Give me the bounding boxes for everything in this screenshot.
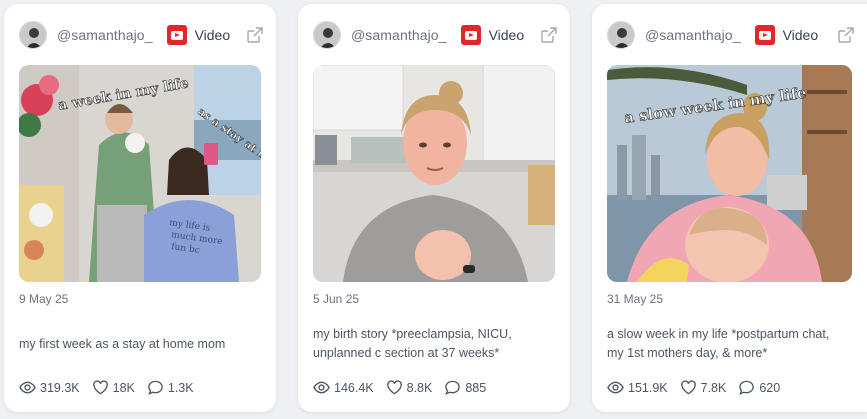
comments-stat: 1.3K — [147, 379, 194, 396]
views-count: 146.4K — [334, 380, 374, 395]
external-link-icon[interactable] — [837, 26, 855, 44]
video-thumbnail[interactable]: a slow week in my life — [607, 65, 852, 282]
engagement-stats: 146.4K 8.8K 885 — [313, 379, 498, 396]
card-header: @samanthajo_ Video — [607, 19, 855, 51]
comment-icon — [739, 380, 755, 395]
youtube-icon — [460, 25, 481, 45]
video-thumbnail[interactable]: my life is much more fun bc a week in my… — [19, 65, 261, 282]
external-link-icon[interactable] — [246, 26, 264, 44]
likes-stat: 7.8K — [680, 379, 727, 396]
views-stat: 151.9K — [607, 379, 668, 396]
avatar[interactable] — [313, 21, 341, 49]
creator-handle[interactable]: @samanthajo_ — [57, 27, 153, 43]
video-title[interactable]: my birth story *preeclampsia, NICU, unpl… — [313, 325, 548, 363]
video-card[interactable]: @samanthajo_ Video 5 Jun 25 my birth sto… — [298, 4, 570, 412]
heart-icon — [92, 380, 108, 395]
views-stat: 146.4K — [313, 379, 374, 396]
likes-count: 18K — [112, 380, 135, 395]
youtube-icon — [754, 25, 775, 45]
likes-count: 8.8K — [406, 380, 433, 395]
platform-label: Video — [194, 27, 231, 43]
comments-count: 1.3K — [167, 380, 194, 395]
comments-stat: 620 — [738, 379, 780, 396]
youtube-icon — [166, 25, 187, 45]
eye-icon — [19, 381, 36, 394]
publish-date: 5 Jun 25 — [313, 292, 360, 306]
eye-icon — [313, 381, 330, 394]
card-header: @samanthajo_ Video — [19, 19, 264, 51]
creator-handle[interactable]: @samanthajo_ — [645, 27, 741, 43]
engagement-stats: 319.3K 18K 1.3K — [19, 379, 206, 396]
video-title[interactable]: a slow week in my life *postpartum chat,… — [607, 325, 845, 363]
likes-stat: 8.8K — [386, 379, 433, 396]
avatar[interactable] — [19, 21, 47, 49]
likes-stat: 18K — [92, 379, 135, 396]
comment-icon — [148, 380, 163, 395]
heart-icon — [386, 380, 402, 395]
heart-icon — [680, 380, 696, 395]
platform-label: Video — [782, 27, 819, 43]
video-card[interactable]: @samanthajo_ Video my life is much more … — [4, 4, 276, 412]
comments-count: 620 — [759, 380, 781, 395]
likes-count: 7.8K — [700, 380, 727, 395]
views-count: 151.9K — [628, 380, 668, 395]
comments-count: 885 — [465, 380, 487, 395]
publish-date: 31 May 25 — [607, 292, 664, 306]
card-header: @samanthajo_ Video — [313, 19, 558, 51]
creator-handle[interactable]: @samanthajo_ — [351, 27, 447, 43]
video-card[interactable]: @samanthajo_ Video a slow week in my lif… — [592, 4, 867, 412]
platform-label: Video — [488, 27, 525, 43]
views-count: 319.3K — [40, 380, 80, 395]
external-link-icon[interactable] — [540, 26, 558, 44]
video-thumbnail[interactable] — [313, 65, 555, 282]
engagement-stats: 151.9K 7.8K 620 — [607, 379, 792, 396]
views-stat: 319.3K — [19, 379, 80, 396]
video-title[interactable]: my first week as a stay at home mom — [19, 335, 254, 354]
eye-icon — [607, 381, 624, 394]
comment-icon — [445, 380, 461, 395]
avatar[interactable] — [607, 21, 635, 49]
comments-stat: 885 — [444, 379, 486, 396]
publish-date: 9 May 25 — [19, 292, 69, 306]
